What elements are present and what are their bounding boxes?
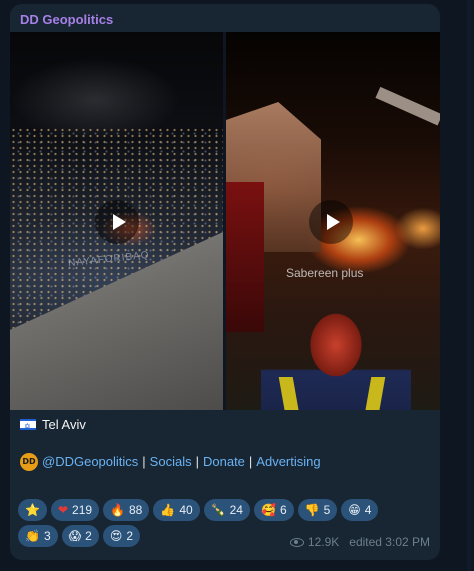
thumbs-down-icon: 👎 [304, 503, 320, 517]
reaction-count: 6 [279, 503, 287, 517]
reaction-scream[interactable]: 😱 2 [61, 525, 99, 547]
view-count: 12.9K [307, 535, 340, 549]
heart-icon: ❤ [57, 503, 69, 517]
reaction-star[interactable]: ⭐ [18, 499, 47, 521]
message-caption: Tel Aviv [20, 416, 86, 436]
reaction-count: 219 [72, 503, 93, 517]
separator: | [248, 454, 253, 469]
message-bubble: DD Geopolitics NAYAFORIBAQ Sabereen plus [10, 4, 440, 560]
reaction-smiling-hearts[interactable]: 🥰 6 [253, 499, 294, 521]
fire-truck [226, 182, 264, 332]
channel-links: DD @DDGeopolitics | Socials | Donate | A… [20, 452, 321, 472]
media-album: NAYAFORIBAQ Sabereen plus [10, 32, 440, 410]
handle-link[interactable]: @DDGeopolitics [42, 452, 138, 472]
play-icon [112, 214, 126, 230]
reaction-champagne[interactable]: 🍾 24 [203, 499, 250, 521]
advertising-link[interactable]: Advertising [256, 452, 320, 472]
reaction-count: 88 [129, 503, 143, 517]
dd-logo-icon: DD [20, 453, 38, 471]
video-watermark: Sabereen plus [286, 266, 364, 280]
fire-icon: 🔥 [110, 503, 125, 517]
reaction-heart-eyes[interactable]: 😍 2 [102, 525, 141, 547]
scrollbar[interactable] [467, 0, 471, 571]
israel-flag-icon [20, 418, 36, 436]
separator: | [142, 454, 146, 469]
thumbs-up-icon: 👍 [160, 503, 176, 517]
reaction-count: 24 [229, 503, 243, 517]
channel-name[interactable]: DD Geopolitics [20, 12, 113, 27]
reaction-count: 3 [43, 529, 51, 543]
play-button[interactable] [95, 200, 139, 244]
reaction-count: 40 [179, 503, 193, 517]
reaction-count: 5 [323, 503, 331, 517]
grin-icon: 😁 [348, 503, 361, 517]
eye-icon [289, 537, 304, 547]
socials-link[interactable]: Socials [150, 452, 192, 472]
reaction-count: 2 [126, 529, 134, 543]
reaction-heart[interactable]: ❤ 219 [50, 499, 100, 521]
donate-link[interactable]: Donate [203, 452, 245, 472]
reaction-grin[interactable]: 😁 4 [341, 499, 379, 521]
video-thumbnail-left[interactable]: NAYAFORIBAQ [10, 32, 223, 410]
star-icon: ⭐ [25, 503, 40, 517]
caption-text: Tel Aviv [42, 417, 86, 432]
smiling-hearts-icon: 🥰 [260, 503, 276, 517]
message-meta: 12.9K edited 3:02 PM [289, 535, 430, 549]
reaction-count: 2 [85, 529, 92, 543]
play-icon [326, 214, 340, 230]
scream-icon: 😱 [68, 529, 82, 543]
video-thumbnail-right[interactable]: Sabereen plus [226, 32, 440, 410]
separator: | [195, 454, 199, 469]
reaction-fire[interactable]: 🔥 88 [103, 499, 150, 521]
reaction-clap[interactable]: 👏 3 [18, 525, 58, 547]
play-button[interactable] [309, 200, 353, 244]
clap-icon: 👏 [25, 529, 40, 543]
reaction-thumbs-up[interactable]: 👍 40 [153, 499, 200, 521]
heart-eyes-icon: 😍 [109, 529, 123, 543]
reactions-row: ⭐ ❤ 219 🔥 88 👍 40 🍾 24 🥰 6 👎 5 😁 4 [18, 499, 438, 521]
reaction-count: 4 [364, 503, 372, 517]
champagne-icon: 🍾 [210, 503, 226, 517]
edited-timestamp: edited 3:02 PM [349, 535, 430, 549]
reaction-thumbs-down[interactable]: 👎 5 [297, 499, 338, 521]
